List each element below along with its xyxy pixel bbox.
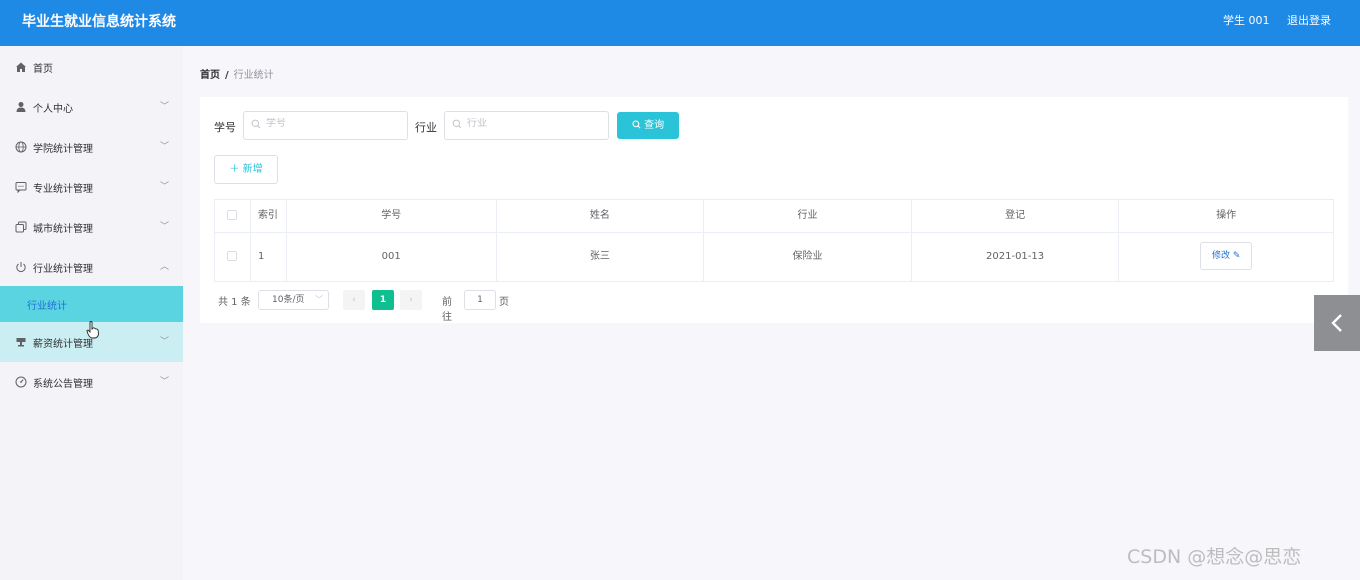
- row-select-cell: [215, 233, 251, 281]
- edit-button[interactable]: 修改 ✎: [1200, 242, 1253, 270]
- chevron-right-icon: ›: [409, 295, 413, 305]
- cell-index: 1: [251, 233, 287, 281]
- search-icon: [632, 120, 641, 131]
- column-header: 索引: [251, 200, 287, 232]
- next-page-button[interactable]: ›: [400, 290, 422, 310]
- industry-label: 行业: [415, 121, 437, 134]
- content-panel: 学号 行业 查询 ＋ 新增 索引 学号 姓名 行业 登记 操作 1: [200, 97, 1348, 323]
- prev-page-button[interactable]: ‹: [343, 290, 365, 310]
- sidebar-item-major-stats[interactable]: 专业统计管理 ﹀: [0, 167, 183, 207]
- column-header: 姓名: [497, 200, 705, 232]
- sidebar-item-label: 学院统计管理: [33, 144, 93, 155]
- breadcrumb-separator: /: [225, 70, 229, 81]
- copy-icon: [15, 221, 27, 233]
- current-user: 学生 001: [1223, 14, 1270, 27]
- sidebar-item-label: 城市统计管理: [33, 224, 93, 235]
- sidebar-item-announcement-mgmt[interactable]: 系统公告管理 ﹀: [0, 362, 183, 402]
- chevron-down-icon: ﹀: [160, 337, 170, 347]
- cell-actions: 修改 ✎: [1119, 233, 1333, 281]
- sidebar: 首页 个人中心 ﹀ 学院统计管理 ﹀ 专业统计管理 ﹀ 城市统计管理 ﹀ 行业统…: [0, 46, 183, 580]
- search-icon: [452, 119, 462, 132]
- globe-icon: [15, 141, 27, 153]
- page-size-select[interactable]: 10条/页 ﹀: [258, 290, 329, 310]
- search-icon: [251, 119, 261, 132]
- row-checkbox[interactable]: [227, 251, 238, 261]
- chevron-down-icon: ﹀: [160, 222, 170, 232]
- breadcrumb-home[interactable]: 首页: [200, 70, 220, 81]
- add-button-label: 新增: [242, 164, 263, 175]
- power-icon: [15, 261, 27, 273]
- sidebar-item-personal-center[interactable]: 个人中心 ﹀: [0, 87, 183, 127]
- column-header: 学号: [287, 200, 497, 232]
- top-header: 毕业生就业信息统计系统 学生 001 退出登录: [0, 0, 1360, 46]
- gauge-icon: [15, 376, 27, 388]
- edit-icon: ✎: [1232, 251, 1241, 261]
- cell-student-id: 001: [287, 233, 497, 281]
- sidebar-item-city-stats[interactable]: 城市统计管理 ﹀: [0, 207, 183, 247]
- goto-label: 前往: [442, 297, 452, 323]
- plus-icon: ＋: [229, 164, 240, 175]
- sidebar-item-industry-stats-mgmt[interactable]: 行业统计管理 ︿: [0, 247, 183, 287]
- chevron-down-icon: ﹀: [160, 377, 170, 387]
- sidebar-item-college-stats[interactable]: 学院统计管理 ﹀: [0, 127, 183, 167]
- cell-name: 张三: [497, 233, 705, 281]
- pagination-total: 共 1 条: [218, 297, 251, 308]
- sidebar-item-label: 专业统计管理: [33, 184, 93, 195]
- sidebar-item-label: 首页: [33, 64, 53, 75]
- industry-field[interactable]: [444, 111, 609, 140]
- hand-cursor-icon: [86, 321, 99, 339]
- industry-input[interactable]: [467, 118, 597, 129]
- app-title: 毕业生就业信息统计系统: [22, 14, 176, 30]
- chevron-up-icon: ︿: [160, 262, 170, 272]
- sidebar-subitem-industry-stats[interactable]: 行业统计: [0, 286, 183, 322]
- query-button[interactable]: 查询: [617, 112, 679, 139]
- user-icon: [15, 101, 27, 113]
- chevron-down-icon: ﹀: [315, 295, 323, 304]
- chevron-down-icon: ﹀: [160, 182, 170, 192]
- edit-button-label: 修改: [1211, 251, 1230, 261]
- side-panel-toggle[interactable]: [1314, 295, 1360, 351]
- sidebar-item-home[interactable]: 首页: [0, 47, 183, 87]
- select-all-cell: [215, 200, 251, 232]
- sidebar-item-label: 行业统计管理: [33, 264, 93, 275]
- page-suffix: 页: [499, 297, 509, 308]
- chevron-down-icon: ﹀: [160, 142, 170, 152]
- student-id-field[interactable]: [243, 111, 408, 140]
- watermark: CSDN @想念@思恋: [1127, 546, 1302, 568]
- breadcrumb: 首页 / 行业统计: [200, 66, 274, 81]
- page-number-current[interactable]: 1: [372, 290, 394, 310]
- student-id-input[interactable]: [266, 118, 396, 129]
- cell-industry: 保险业: [704, 233, 912, 281]
- column-header: 登记: [912, 200, 1120, 232]
- table-row: 1 001 张三 保险业 2021-01-13 修改 ✎: [215, 233, 1333, 281]
- chevron-down-icon: ﹀: [160, 102, 170, 112]
- select-all-checkbox[interactable]: [227, 210, 238, 220]
- chat-icon: [15, 181, 27, 194]
- sidebar-item-label: 个人中心: [33, 104, 73, 115]
- home-icon: [15, 61, 27, 73]
- page-size-value: 10条/页: [272, 295, 305, 305]
- cell-date: 2021-01-13: [912, 233, 1120, 281]
- chevron-left-icon: [1331, 314, 1342, 332]
- table-header-row: 索引 学号 姓名 行业 登记 操作: [215, 200, 1333, 233]
- sidebar-item-label: 薪资统计管理: [33, 339, 93, 350]
- column-header: 行业: [704, 200, 912, 232]
- breadcrumb-current: 行业统计: [233, 70, 274, 81]
- chevron-left-icon: ‹: [352, 295, 356, 305]
- sidebar-item-label: 系统公告管理: [33, 379, 93, 390]
- column-header: 操作: [1216, 210, 1237, 221]
- sidebar-item-label: 行业统计: [27, 301, 67, 312]
- cup-icon: [15, 336, 27, 348]
- add-button[interactable]: ＋ 新增: [214, 155, 278, 184]
- logout-link[interactable]: 退出登录: [1287, 12, 1331, 28]
- query-button-label: 查询: [644, 120, 665, 131]
- goto-page-input[interactable]: 1: [464, 290, 496, 310]
- data-table: 索引 学号 姓名 行业 登记 操作 1 001 张三 保险业 2021-01-1…: [214, 199, 1334, 282]
- student-id-label: 学号: [214, 121, 236, 134]
